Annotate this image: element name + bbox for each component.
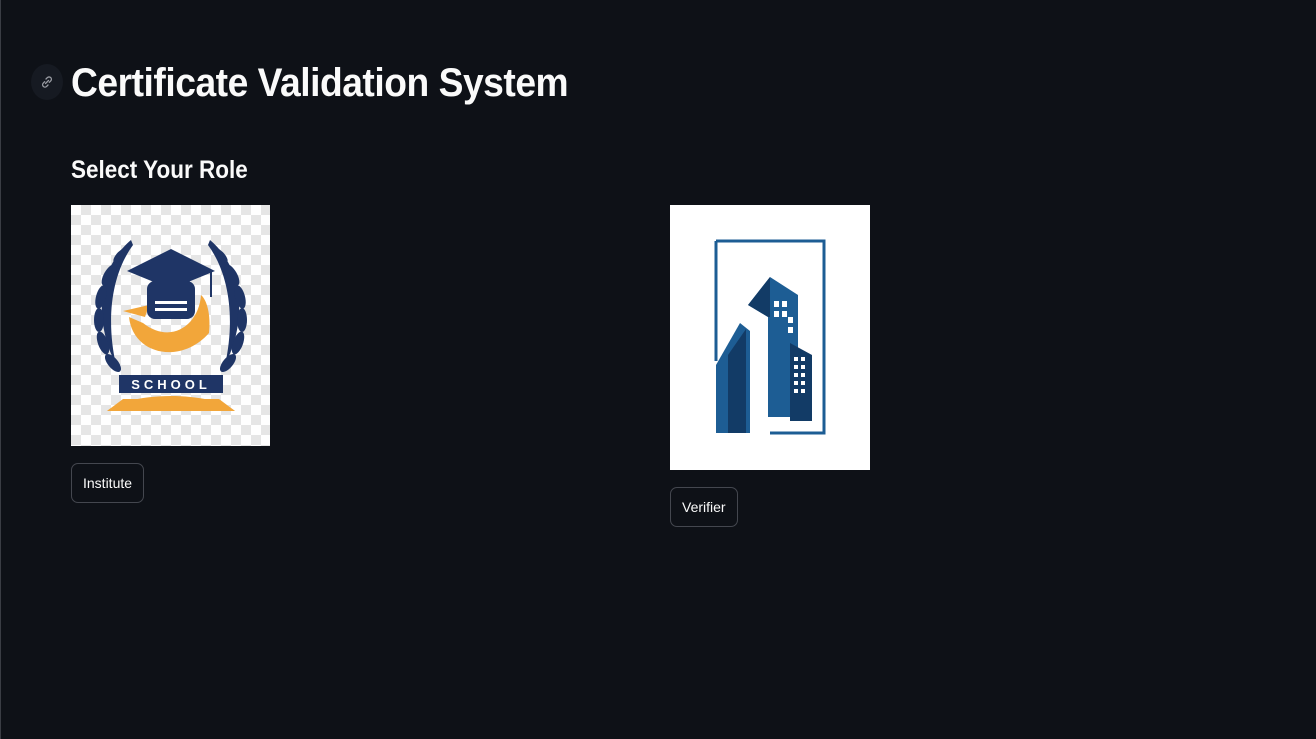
select-role-heading: Select Your Role — [71, 156, 248, 184]
school-logo-image: SCHOOL — [71, 205, 270, 446]
verifier-button[interactable]: Verifier — [670, 487, 738, 527]
building-logo-image — [670, 205, 870, 470]
institute-button[interactable]: Institute — [71, 463, 145, 503]
link-icon[interactable] — [31, 64, 63, 100]
app-page: Certificate Validation System Select You… — [0, 0, 1316, 739]
school-logo-text: SCHOOL — [131, 377, 211, 392]
page-title: Certificate Validation System — [71, 61, 569, 105]
